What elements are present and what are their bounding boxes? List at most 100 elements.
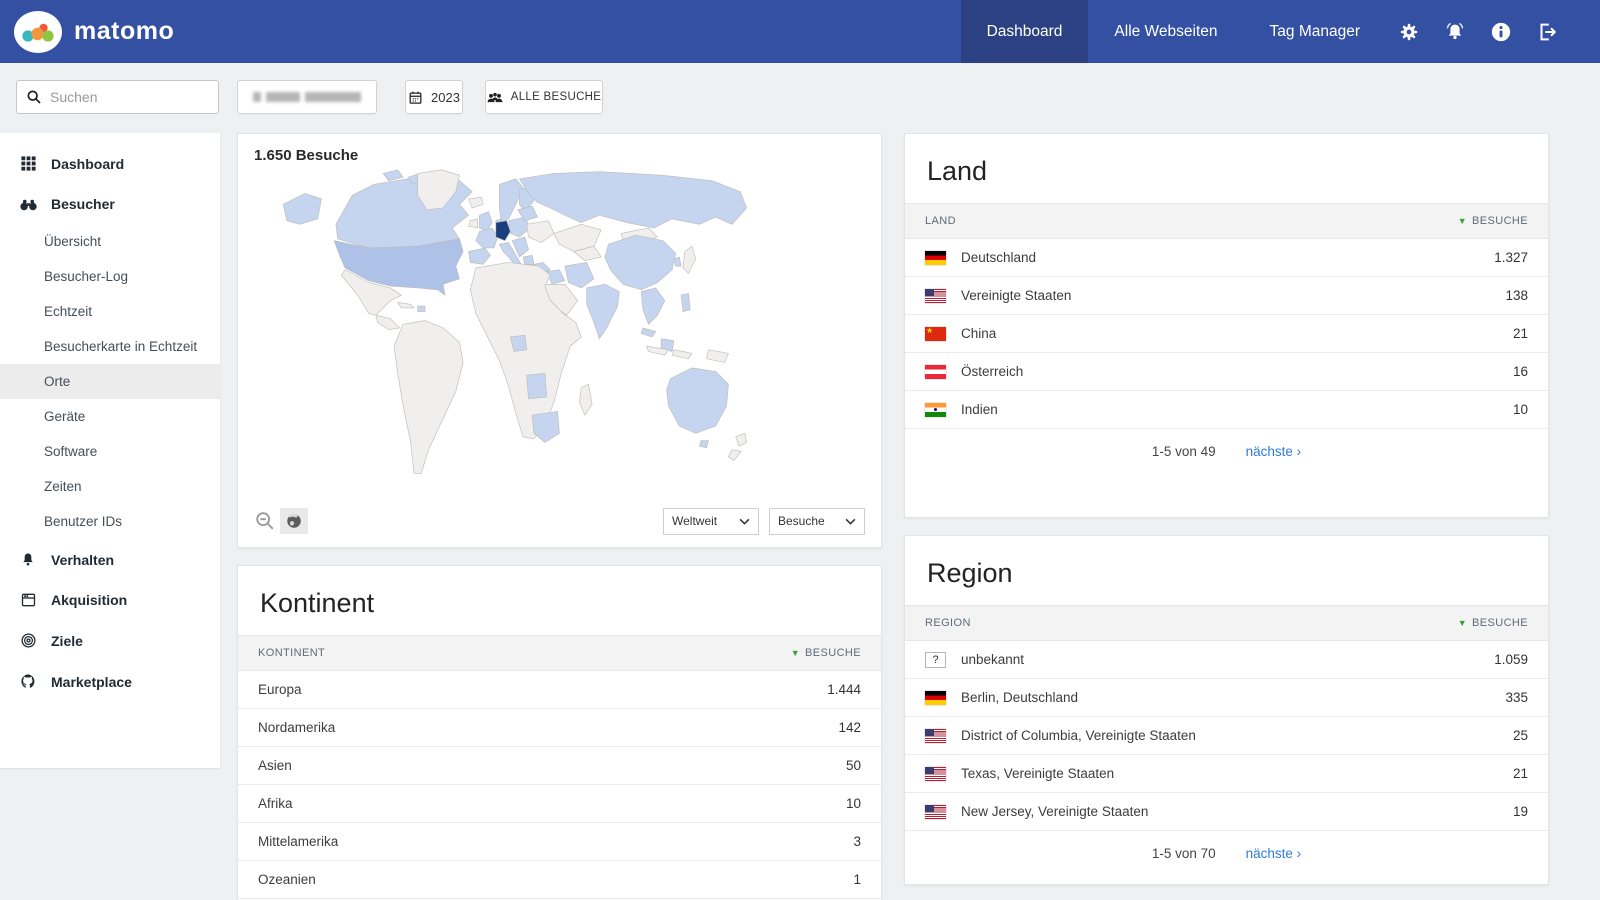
next-page-link[interactable]: nächste › bbox=[1246, 846, 1302, 861]
sidebar-item-marketplace[interactable]: Marketplace bbox=[0, 661, 220, 702]
table-row[interactable]: District of Columbia, Vereinigte Staaten… bbox=[905, 717, 1548, 755]
continent-title: Kontinent bbox=[238, 566, 881, 635]
sidebar-item-dashboard[interactable]: Dashboard bbox=[0, 143, 220, 184]
matomo-logo[interactable]: matomo bbox=[0, 0, 174, 63]
table-row[interactable]: Mittelamerika 3 bbox=[238, 823, 881, 861]
segment-selector-button[interactable]: ALLE BESUCHE bbox=[485, 80, 603, 114]
logout-icon[interactable] bbox=[1524, 0, 1570, 63]
sidebar-item-label: Akquisition bbox=[51, 592, 127, 608]
region-column-header[interactable]: REGION bbox=[925, 617, 971, 629]
sidebar-item-besucher-log[interactable]: Besucher-Log bbox=[0, 259, 220, 294]
row-label: Europa bbox=[258, 682, 302, 697]
flag-de-icon bbox=[925, 251, 946, 265]
sidebar-item-benutzer-ids[interactable]: Benutzer IDs bbox=[0, 504, 220, 539]
info-icon[interactable] bbox=[1478, 0, 1524, 63]
map-country-iran bbox=[565, 262, 594, 287]
row-visits-value: 50 bbox=[846, 758, 861, 773]
table-row[interactable]: Vereinigte Staaten138 bbox=[905, 277, 1548, 315]
table-row[interactable]: Deutschland1.327 bbox=[905, 239, 1548, 277]
map-country-russia bbox=[519, 172, 746, 228]
sidebar-item-besucherkarte-in-echtzeit[interactable]: Besucherkarte in Echtzeit bbox=[0, 329, 220, 364]
zoom-out-icon[interactable] bbox=[254, 510, 276, 532]
binoculars-icon bbox=[18, 197, 38, 212]
row-label: Indien bbox=[961, 402, 998, 417]
unknown-flag-icon: ? bbox=[925, 652, 946, 668]
map-country-china bbox=[605, 235, 676, 290]
nav-item-tag-manager[interactable]: Tag Manager bbox=[1244, 0, 1386, 63]
nav-item-dashboard[interactable]: Dashboard bbox=[961, 0, 1089, 63]
sidebar-item-orte[interactable]: Orte bbox=[0, 364, 220, 399]
sidebar-item-übersicht[interactable]: Übersicht bbox=[0, 224, 220, 259]
next-page-link[interactable]: nächste › bbox=[1246, 444, 1302, 459]
table-row[interactable]: Afrika10 bbox=[238, 785, 881, 823]
notifications-icon[interactable] bbox=[1432, 0, 1478, 63]
sidebar-item-akquisition[interactable]: Akquisition bbox=[0, 580, 220, 620]
table-row[interactable]: New Jersey, Vereinigte Staaten19 bbox=[905, 793, 1548, 831]
sidebar-item-software[interactable]: Software bbox=[0, 434, 220, 469]
sort-desc-icon: ▼ bbox=[791, 648, 800, 658]
navbar-menu: DashboardAlle WebseitenTag Manager bbox=[961, 0, 1386, 63]
table-row[interactable]: Nordamerika142 bbox=[238, 709, 881, 747]
sidebar-item-geräte[interactable]: Geräte bbox=[0, 399, 220, 434]
row-label: District of Columbia, Vereinigte Staaten bbox=[961, 728, 1196, 743]
visits-column-header[interactable]: ▼ BESUCHE bbox=[791, 647, 861, 659]
calendar-icon bbox=[408, 90, 423, 105]
table-row[interactable]: Berlin, Deutschland335 bbox=[905, 679, 1548, 717]
visits-column-header[interactable]: ▼ BESUCHE bbox=[1458, 215, 1528, 227]
website-selector-blurred[interactable] bbox=[237, 80, 377, 114]
flag-us-icon bbox=[925, 767, 946, 781]
row-label: Mittelamerika bbox=[258, 834, 338, 849]
date-label: 2023 bbox=[431, 90, 460, 105]
window-icon bbox=[18, 592, 38, 608]
sidebar-item-label: Geräte bbox=[44, 409, 85, 424]
matomo-logo-icon bbox=[14, 11, 62, 53]
search-input[interactable] bbox=[50, 89, 200, 105]
continent-column-header[interactable]: KONTINENT bbox=[258, 647, 325, 659]
table-row[interactable]: Asien50 bbox=[238, 747, 881, 785]
nav-item-alle-webseiten[interactable]: Alle Webseiten bbox=[1088, 0, 1243, 63]
row-label: Texas, Vereinigte Staaten bbox=[961, 766, 1114, 781]
table-row[interactable]: Europa 1.444 bbox=[238, 671, 881, 709]
sidebar-nav: DashboardBesucherÜbersichtBesucher-Log Ec… bbox=[0, 133, 220, 768]
sort-desc-icon: ▼ bbox=[1458, 618, 1467, 628]
date-range-button[interactable]: 2023 bbox=[405, 80, 463, 114]
row-label: Ozeanien bbox=[258, 872, 316, 887]
table-row[interactable]: Ozeanien1 bbox=[238, 861, 881, 899]
row-label: Österreich bbox=[961, 364, 1023, 379]
row-visits-value: 335 bbox=[1505, 690, 1528, 705]
row-visits-value: 1.444 bbox=[827, 682, 861, 697]
map-region-select[interactable]: Weltweit bbox=[663, 508, 759, 535]
users-icon bbox=[487, 91, 503, 104]
table-row[interactable]: Österreich16 bbox=[905, 353, 1548, 391]
map-country-south-america bbox=[394, 321, 463, 474]
map-country-spain bbox=[469, 248, 491, 264]
sidebar-item-ziele[interactable]: Ziele bbox=[0, 620, 220, 661]
row-visits-value: 19 bbox=[1513, 804, 1528, 819]
row-visits-value: 21 bbox=[1513, 326, 1528, 341]
row-visits-value: 3 bbox=[853, 834, 861, 849]
map-metric-select[interactable]: Besuche bbox=[769, 508, 865, 535]
sidebar-item-zeiten[interactable]: Zeiten bbox=[0, 469, 220, 504]
table-row[interactable]: Texas, Vereinigte Staaten21 bbox=[905, 755, 1548, 793]
country-widget: Land LAND ▼ BESUCHE Deutschland1.327Vere… bbox=[904, 133, 1549, 518]
row-label: Deutschland bbox=[961, 250, 1036, 265]
world-map[interactable] bbox=[238, 164, 881, 486]
pagination-range: 1-5 von 70 bbox=[1152, 846, 1216, 861]
table-row[interactable]: Indien10 bbox=[905, 391, 1548, 429]
table-row[interactable]: China21 bbox=[905, 315, 1548, 353]
visits-column-header[interactable]: ▼ BESUCHE bbox=[1458, 617, 1528, 629]
sidebar-item-label: Echtzeit bbox=[44, 304, 92, 319]
table-row[interactable]: ?unbekannt1.059 bbox=[905, 641, 1548, 679]
flag-at-icon bbox=[925, 365, 946, 379]
country-column-header[interactable]: LAND bbox=[925, 215, 956, 227]
sidebar-item-besucher[interactable]: Besucher bbox=[0, 184, 220, 224]
row-visits-value: 138 bbox=[1505, 288, 1528, 303]
sidebar-item-label: Verhalten bbox=[51, 552, 114, 568]
bell-icon bbox=[18, 551, 38, 568]
sidebar-item-echtzeit[interactable]: Echtzeit bbox=[0, 294, 220, 329]
sidebar-item-verhalten[interactable]: Verhalten bbox=[0, 539, 220, 580]
globe-icon[interactable] bbox=[280, 508, 308, 534]
settings-icon[interactable] bbox=[1386, 0, 1432, 63]
marketplace-icon bbox=[18, 673, 38, 690]
row-visits-value: 10 bbox=[846, 796, 861, 811]
